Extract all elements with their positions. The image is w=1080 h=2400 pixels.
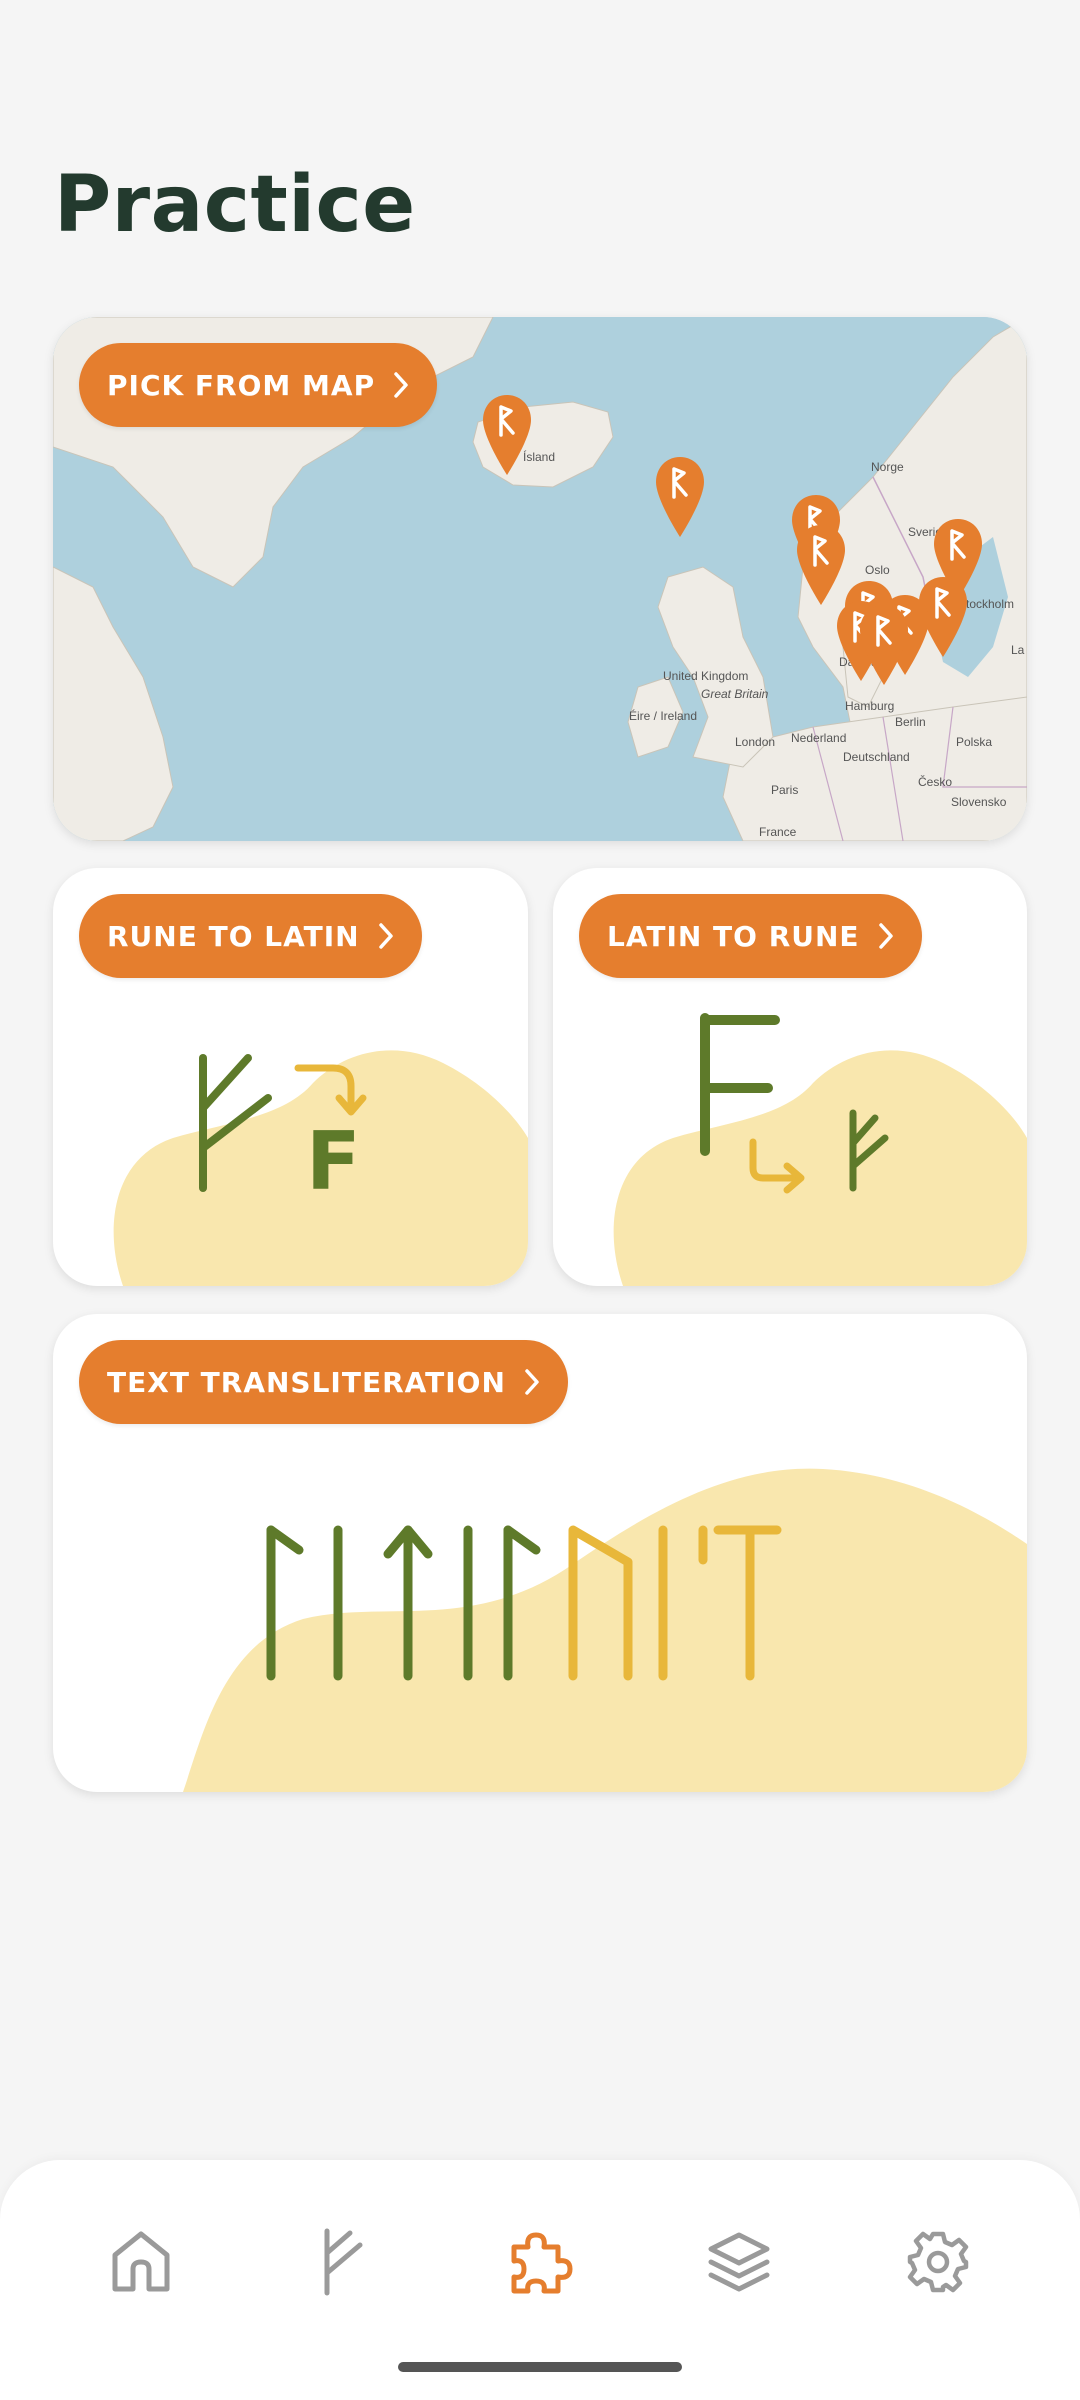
map-label-slovensko: Slovensko — [951, 795, 1007, 809]
home-indicator[interactable] — [398, 2362, 682, 2372]
map-label-cesko: Česko — [918, 775, 953, 789]
chevron-right-icon — [393, 371, 409, 399]
nav-practice[interactable] — [489, 2212, 589, 2312]
puzzle-icon — [511, 2232, 573, 2294]
rune-to-latin-button[interactable]: RUNE TO LATIN — [79, 894, 422, 978]
latin-to-rune-label: LATIN TO RUNE — [607, 919, 860, 953]
page-title: Practice — [54, 160, 416, 250]
pick-from-map-card[interactable]: Ísland Norge Sverige Oslo Stockholm Unit… — [53, 317, 1027, 841]
nav-settings[interactable] — [888, 2212, 988, 2312]
map-label-nederland: Nederland — [791, 731, 847, 745]
rune-to-latin-card[interactable]: F RUNE TO LATIN — [53, 868, 528, 1286]
map-label-great-britain: Great Britain — [701, 687, 769, 701]
nav-runes[interactable] — [290, 2212, 390, 2312]
text-transliteration-button[interactable]: TEXT TRANSLITERATION — [79, 1340, 568, 1424]
map-label-paris: Paris — [771, 783, 799, 797]
map-label-london: London — [735, 735, 776, 749]
text-transliteration-label: TEXT TRANSLITERATION — [107, 1365, 506, 1399]
map-label-polska: Polska — [956, 735, 993, 749]
layers-icon — [708, 2232, 770, 2292]
nav-home[interactable] — [91, 2212, 191, 2312]
map-label-ireland: Éire / Ireland — [629, 709, 698, 723]
map-pin-norway-2[interactable] — [795, 523, 847, 609]
map-label-oslo: Oslo — [865, 563, 890, 577]
gear-icon — [907, 2231, 969, 2293]
map-label-deutschland: Deutschland — [843, 750, 910, 764]
home-icon — [112, 2231, 170, 2292]
map-pin-denmark-4[interactable] — [858, 603, 910, 689]
rune-to-latin-label: RUNE TO LATIN — [107, 919, 360, 953]
map-pin-iceland[interactable] — [481, 393, 533, 479]
map-label-uk: United Kingdom — [663, 669, 749, 683]
chevron-right-icon — [524, 1368, 540, 1396]
nav-learn[interactable] — [689, 2212, 789, 2312]
map-pin-faroe[interactable] — [654, 455, 706, 541]
rune-icon — [324, 2228, 363, 2296]
map-label-hamburg: Hamburg — [845, 699, 895, 713]
chevron-right-icon — [878, 922, 894, 950]
chevron-right-icon — [378, 922, 394, 950]
pick-from-map-button[interactable]: PICK FROM MAP — [79, 343, 438, 427]
map-label-france: France — [759, 825, 797, 839]
latin-to-rune-button[interactable]: LATIN TO RUNE — [579, 894, 922, 978]
map-label-norge: Norge — [871, 460, 904, 474]
map-label-berlin: Berlin — [895, 715, 926, 729]
text-transliteration-card[interactable]: TEXT TRANSLITERATION — [53, 1314, 1027, 1792]
pick-from-map-label: PICK FROM MAP — [107, 368, 376, 402]
map-label-la: La — [1011, 643, 1025, 657]
latin-to-rune-card[interactable]: LATIN TO RUNE — [553, 868, 1027, 1286]
rune-to-latin-letter: F — [306, 1115, 361, 1208]
